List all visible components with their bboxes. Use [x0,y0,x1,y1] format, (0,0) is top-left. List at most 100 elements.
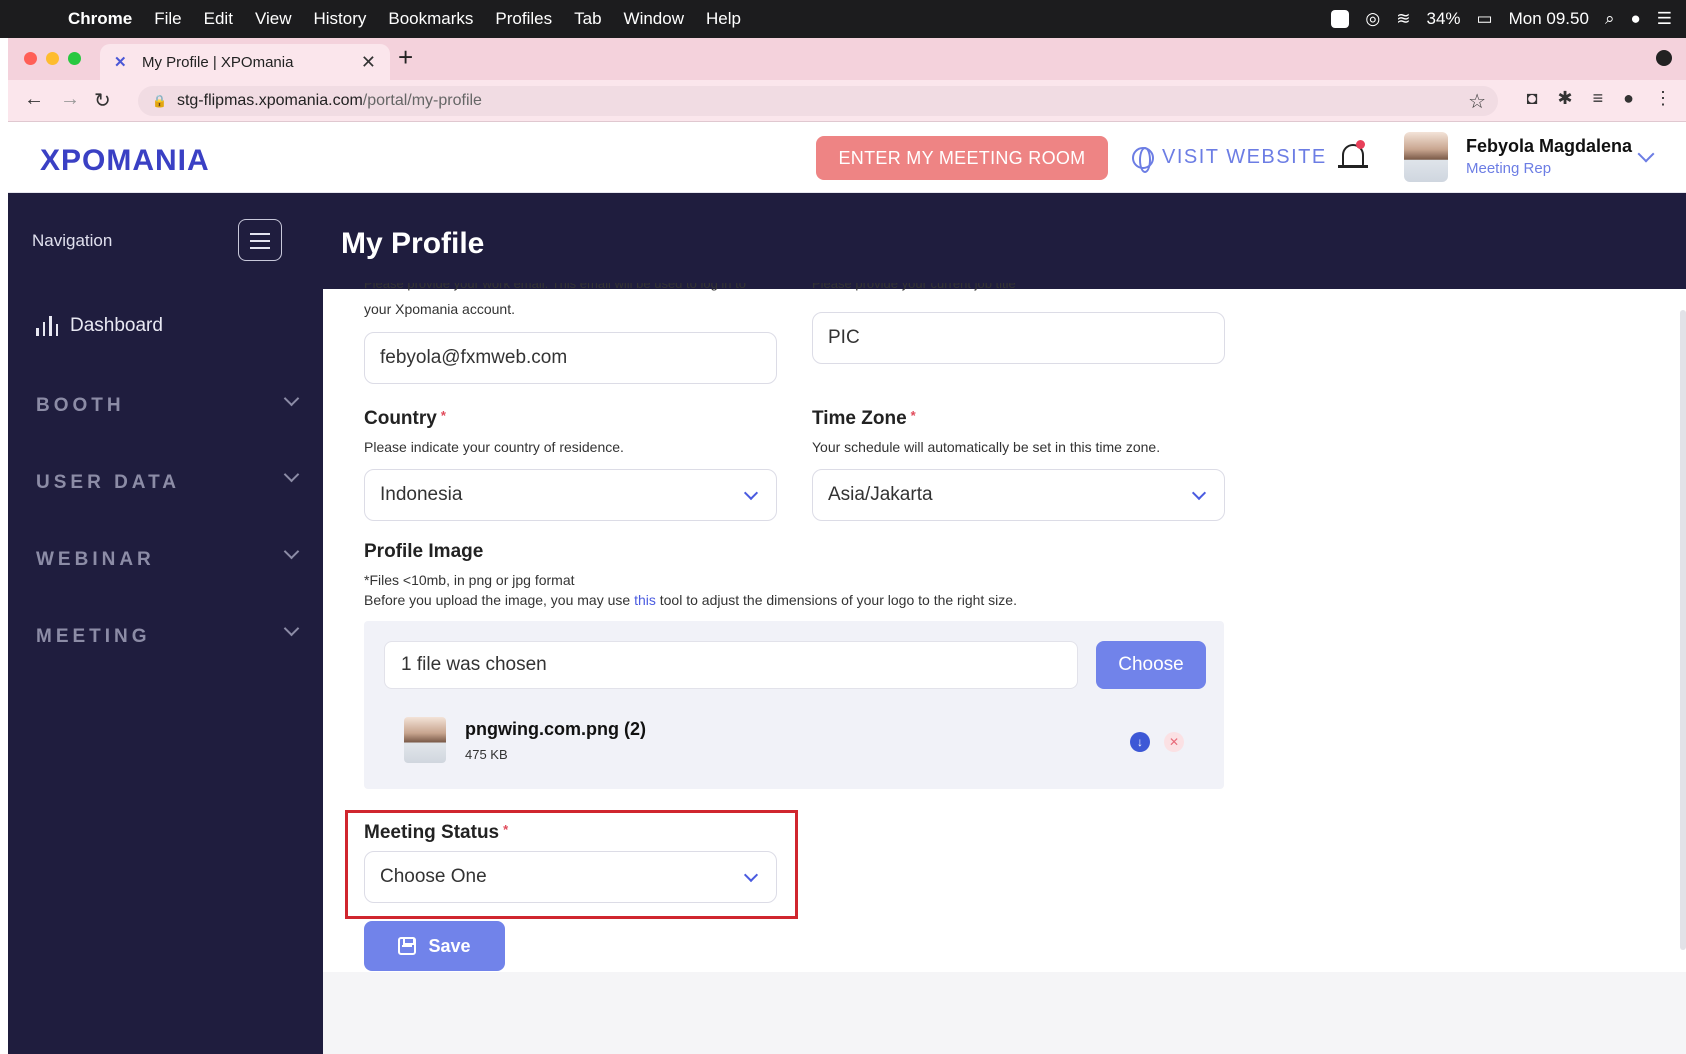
notification-bell-icon[interactable] [1338,140,1368,174]
menu-view[interactable]: View [255,9,292,29]
sidebar: Navigation Dashboard BOOTH USER DATA WEB… [8,193,323,1054]
download-icon[interactable]: ↓ [1130,732,1150,752]
eye-icon[interactable]: ◎ [1365,9,1380,29]
sidebar-section-meeting[interactable]: MEETING [36,626,151,648]
chevron-down-icon[interactable] [283,390,300,407]
chevron-down-icon[interactable] [283,466,300,483]
address-bar[interactable]: 🔒 stg-flipmas.xpomania.com/portal/my-pro… [138,86,1498,116]
required-asterisk: * [440,408,446,423]
back-icon[interactable]: ← [24,88,44,111]
sidebar-item-label: Dashboard [70,315,163,336]
page-header: My Profile [323,193,1686,289]
choose-file-button[interactable]: Choose [1096,641,1206,689]
xpomania-logo[interactable]: XPOMANIA [40,144,210,178]
menu-app-name[interactable]: Chrome [68,9,132,29]
browser-toolbar: ← → ↻ 🔒 stg-flipmas.xpomania.com/portal/… [8,80,1686,122]
uploaded-image-thumbnail [404,717,446,763]
menu-help[interactable]: Help [706,9,741,29]
visit-website-label: VISIT WEBSITE [1162,146,1327,168]
meeting-status-select[interactable]: Choose One [364,851,777,903]
battery-text[interactable]: 34% [1427,9,1461,29]
timezone-label-text: Time Zone [812,408,907,429]
wifi-icon[interactable]: ≋ [1396,9,1410,29]
sidebar-item-dashboard[interactable]: Dashboard [36,315,163,337]
menu-bookmarks[interactable]: Bookmarks [388,9,473,29]
sidebar-title: Navigation [32,231,113,250]
browser-menu-icon[interactable]: ⋮ [1654,88,1672,109]
sidebar-section-webinar[interactable]: WEBINAR [36,549,155,571]
country-value: Indonesia [380,484,463,505]
menu-tab[interactable]: Tab [574,9,601,29]
menu-history[interactable]: History [313,9,366,29]
meeting-status-label-text: Meeting Status [364,822,500,843]
spotlight-icon[interactable]: ⌕ [1605,9,1615,29]
browser-tab-active[interactable]: ✕ My Profile | XPOmania ✕ [100,44,390,80]
lock-icon[interactable]: 🔒 [152,94,167,108]
country-select[interactable]: Indonesia [364,469,777,521]
timezone-select[interactable]: Asia/Jakarta [812,469,1225,521]
chevron-down-icon[interactable] [283,620,300,637]
new-tab-icon[interactable]: + [398,42,413,73]
chevron-down-icon [743,867,759,883]
profile-image-label: Profile Image [364,541,484,562]
email-help-continued: your Xpomania account. [364,301,515,317]
timezone-value: Asia/Jakarta [828,484,933,505]
window-controls [24,52,81,65]
puzzle-extension-icon[interactable]: ✱ [1558,88,1573,109]
chevron-down-icon[interactable] [283,543,300,560]
forward-icon[interactable]: → [60,88,80,111]
menu-window[interactable]: Window [624,9,684,29]
reading-list-icon[interactable]: ≡ [1593,88,1604,109]
floppy-disk-icon [398,937,417,955]
help-text-post: tool to adjust the dimensions of your lo… [655,592,1017,608]
user-name[interactable]: Febyola Magdalena [1466,136,1632,157]
tab-search-icon[interactable] [1656,50,1672,66]
country-label-text: Country [364,408,437,429]
sidebar-section-booth[interactable]: BOOTH [36,395,125,417]
email-field[interactable]: febyola@fxmweb.com [364,332,777,384]
zoom-window-icon[interactable] [68,52,81,65]
page-title: My Profile [341,227,485,260]
siri-icon[interactable]: ● [1630,9,1640,29]
xpomania-favicon-icon: ✕ [114,54,127,71]
camera-extension-icon[interactable]: ◘ [1527,88,1538,109]
timezone-help: Your schedule will automatically be set … [812,439,1161,455]
tab-title: My Profile | XPOmania [142,53,294,71]
close-window-icon[interactable] [24,52,37,65]
user-avatar[interactable] [1404,132,1448,182]
user-menu-chevron-down-icon[interactable] [1637,145,1655,163]
job-help-cut: Please provide your current job title [812,283,1232,295]
extension-icons: ◘ ✱ ≡ ● ⋮ [1527,88,1672,109]
menu-toggle-icon[interactable] [238,219,282,261]
profile-image-help-tool: Before you upload the image, you may use… [364,592,1017,608]
bookmark-star-icon[interactable]: ☆ [1468,89,1486,114]
country-help: Please indicate your country of residenc… [364,439,624,455]
email-help-text: Please provide your work email. This ema… [364,283,746,291]
sidebar-section-user-data[interactable]: USER DATA [36,472,180,494]
clock-text[interactable]: Mon 09.50 [1509,9,1589,29]
menu-file[interactable]: File [154,9,181,29]
profile-icon[interactable]: ● [1623,88,1634,109]
reload-icon[interactable]: ↻ [94,88,111,113]
page-scrollbar[interactable] [1680,310,1686,950]
minimize-window-icon[interactable] [46,52,59,65]
save-button[interactable]: Save [364,921,505,971]
country-label: Country * [364,408,446,430]
chevron-down-icon [743,485,759,501]
enter-meeting-room-button[interactable]: ENTER MY MEETING ROOM [816,136,1108,180]
globe-icon [1132,146,1154,173]
notification-dot [1356,140,1365,149]
screen-icon[interactable] [1331,10,1350,28]
resize-tool-link[interactable]: this [634,592,656,608]
control-center-icon[interactable]: ☰ [1657,9,1672,29]
file-chosen-field[interactable]: 1 file was chosen [384,641,1078,689]
menu-edit[interactable]: Edit [204,9,233,29]
timezone-label: Time Zone * [812,408,916,430]
job-title-field[interactable]: PIC [812,312,1225,364]
site-header: XPOMANIA ENTER MY MEETING ROOM VISIT WEB… [8,122,1686,193]
tab-close-icon[interactable]: ✕ [361,52,376,73]
menu-profiles[interactable]: Profiles [495,9,552,29]
visit-website-link[interactable]: VISIT WEBSITE [1132,146,1327,173]
remove-file-icon[interactable]: ✕ [1164,732,1184,752]
help-text-pre: Before you upload the image, you may use [364,592,635,608]
